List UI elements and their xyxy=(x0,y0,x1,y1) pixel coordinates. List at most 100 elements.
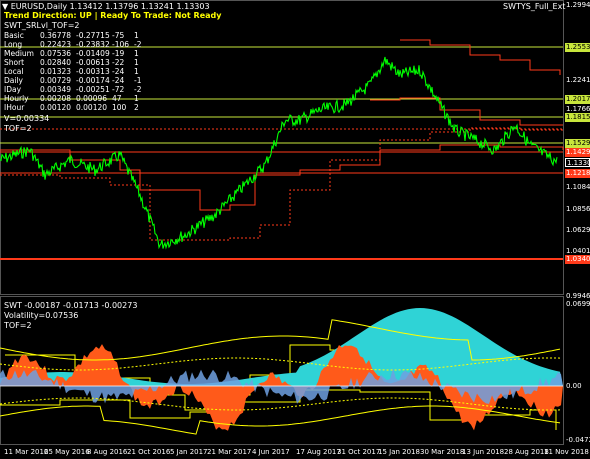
stats-cell: -24 xyxy=(112,76,125,85)
symbol-header-row: ▼ EURUSD,Daily 1.13412 1.13796 1.13241 1… xyxy=(2,2,210,11)
stair-line xyxy=(0,144,564,211)
time-tick: 30 Mar 2018 xyxy=(420,448,465,456)
stats-cell: -106 xyxy=(112,40,130,49)
stats-cell: -1 xyxy=(134,76,142,85)
stats-cell: 0.01323 xyxy=(40,67,72,76)
trend-value: UP xyxy=(79,11,92,20)
stats-cell: IDay xyxy=(4,85,22,94)
sub-tick: 0.06995 xyxy=(566,300,590,308)
stats-cell: Medium xyxy=(4,49,34,58)
stats-cell: -2 xyxy=(134,40,142,49)
stats-cell: Daily xyxy=(4,76,23,85)
time-tick: 4 Jun 2017 xyxy=(252,448,290,456)
stats-row: Local 0.01323 -0.00313 -24 1 xyxy=(4,67,148,76)
time-tick: 25 May 2016 xyxy=(44,448,90,456)
stats-row: IHour 0.00120 0.00120 100 2 xyxy=(4,103,148,112)
stats-cell: 0.00096 xyxy=(76,94,108,103)
status-separator: | xyxy=(94,11,98,20)
stats-cell: -0.27715 xyxy=(76,31,110,40)
stats-row: Hourly 0.00208 0.00096 47 1 xyxy=(4,94,148,103)
stats-cell: 1 xyxy=(134,67,139,76)
price-level-label: 1.03405 xyxy=(565,255,590,264)
stats-cell: 1 xyxy=(134,31,139,40)
indicator-name: SWTYS_Full_Ext xyxy=(503,2,566,11)
stats-cell: -0.00251 xyxy=(76,85,110,94)
price-level-label: 1.12184 xyxy=(565,169,590,178)
stats-cell: 1 xyxy=(134,58,139,67)
price-level-label: 1.18150 xyxy=(565,113,590,122)
sub-volatility: Volatility=0.07536 xyxy=(4,311,79,320)
time-tick: 5 Jan 2017 xyxy=(170,448,208,456)
stats-cell: -0.23832 xyxy=(76,40,110,49)
oscillator-area xyxy=(0,308,563,435)
dropdown-triangle-icon[interactable]: ▼ xyxy=(2,2,8,11)
stats-cell: Long xyxy=(4,40,23,49)
stats-cell: -24 xyxy=(112,67,125,76)
v-label: V=0.00334 xyxy=(4,114,50,123)
time-tick: 8 Aug 2016 xyxy=(87,448,128,456)
stats-cell: 2 xyxy=(134,103,139,112)
price-level-label: 1.20175 xyxy=(565,95,590,104)
stats-row: IDay 0.00349 -0.00251 -72 -2 xyxy=(4,85,148,94)
price-level-label: 1.25530 xyxy=(565,43,590,52)
stats-cell: 100 xyxy=(112,103,127,112)
stats-cell: Local xyxy=(4,67,24,76)
stats-cell: -2 xyxy=(134,85,142,94)
stats-row: Long 0.22423 -0.23832 -106 -2 xyxy=(4,40,148,49)
price-tick: 0.99465 xyxy=(566,292,590,300)
stats-cell: Short xyxy=(4,58,25,67)
stats-row: Basic 0.36778 -0.27715 -75 1 xyxy=(4,31,148,40)
sub-tick: 0.00 xyxy=(566,382,582,390)
status-line: Trend Direction: UP | Ready To Trade: No… xyxy=(4,11,221,20)
stats-cell: 0.00120 xyxy=(76,103,108,112)
time-tick: 11 Nov 2018 xyxy=(544,448,589,456)
time-tick: 11 Mar 2016 xyxy=(4,448,49,456)
stats-cell: 0.22423 xyxy=(40,40,72,49)
stats-cell: -0.00313 xyxy=(76,67,110,76)
tof-label: TOF=2 xyxy=(4,124,32,133)
stats-row: Medium 0.07536 -0.01409 -19 1 xyxy=(4,49,148,58)
price-tick: 1.22416 xyxy=(566,76,590,84)
sub-tof: TOF=2 xyxy=(4,321,32,330)
time-tick: 31 Oct 2017 xyxy=(337,448,381,456)
stats-cell: -19 xyxy=(112,49,125,58)
stats-cell: -0.01409 xyxy=(76,49,110,58)
stats-cell: IHour xyxy=(4,103,25,112)
stats-row: Daily 0.00729 -0.00174 -24 -1 xyxy=(4,76,148,85)
stats-cell: 0.36778 xyxy=(40,31,72,40)
stats-cell: -75 xyxy=(112,31,125,40)
stats-cell: 0.02840 xyxy=(40,58,72,67)
ready-value: Not Ready xyxy=(174,11,222,20)
stats-cell: Hourly xyxy=(4,94,29,103)
stats-table: Basic 0.36778 -0.27715 -75 1 Long 0.22423 -0.23… xyxy=(4,31,148,112)
stats-cell: 47 xyxy=(112,94,122,103)
price-tick: 1.17663 xyxy=(566,105,590,113)
price-tick: 1.04015 xyxy=(566,247,590,255)
stats-cell: -0.00174 xyxy=(76,76,110,85)
price-tick: 1.06290 xyxy=(566,226,590,234)
stats-cell: -72 xyxy=(112,85,125,94)
stats-row: Short 0.02840 -0.00613 -22 1 xyxy=(4,58,148,67)
stair-line xyxy=(370,97,563,126)
stats-cell: 0.00208 xyxy=(40,94,72,103)
time-tick: 28 Aug 2018 xyxy=(504,448,549,456)
stats-cell: Basic xyxy=(4,31,24,40)
price-level-label: 1.13303 xyxy=(565,158,590,167)
time-tick: 21 Oct 2016 xyxy=(127,448,171,456)
stats-cell: 0.00120 xyxy=(40,103,72,112)
stats-cell: 1 xyxy=(134,94,139,103)
stair-line xyxy=(400,39,561,75)
price-tick: 1.08565 xyxy=(566,205,590,213)
stats-cell: -22 xyxy=(112,58,125,67)
time-tick: 17 Aug 2017 xyxy=(296,448,341,456)
sub-header: SWT -0.00187 -0.01713 -0.00273 xyxy=(4,301,138,310)
time-tick: 13 Jun 2018 xyxy=(462,448,505,456)
price-tick: 1.29940 xyxy=(566,1,590,9)
ready-label: Ready To Trade: xyxy=(100,11,175,20)
time-tick: 21 Mar 2017 xyxy=(207,448,252,456)
price-level-label: 1.15290 xyxy=(565,139,590,148)
sub-tick: -0.04723 xyxy=(566,436,590,444)
time-tick: 15 Jan 2018 xyxy=(378,448,420,456)
stats-cell: 0.00729 xyxy=(40,76,72,85)
price-tick: 1.10847 xyxy=(566,183,590,191)
